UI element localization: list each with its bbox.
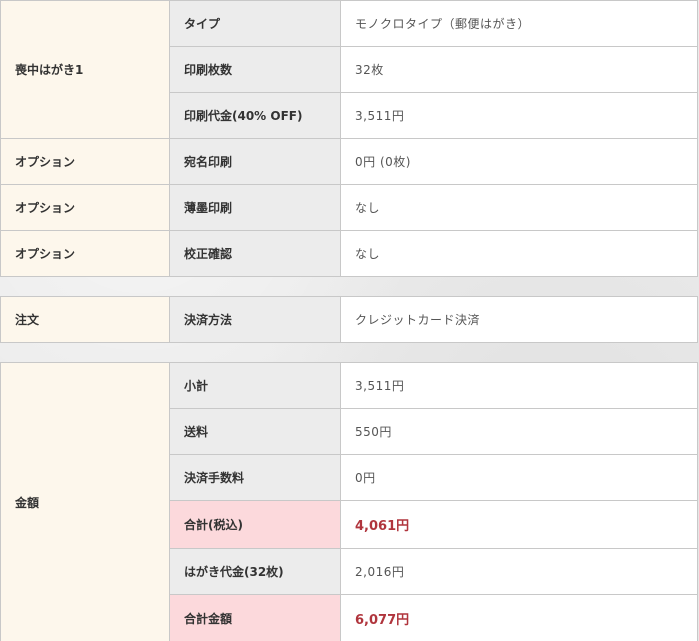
fee-value: 0円 — [340, 454, 698, 501]
row-value: なし — [340, 184, 698, 231]
shipping-value: 550円 — [340, 408, 698, 455]
option-heading: オプション — [0, 184, 170, 231]
row-label: 薄墨印刷 — [169, 184, 341, 231]
row-value: なし — [340, 230, 698, 277]
amount-heading: 金額 — [0, 362, 170, 641]
row-label: はがき代金(32枚) — [169, 548, 341, 595]
row-value: モノクロタイプ（郵便はがき） — [340, 0, 698, 47]
row-label: 宛名印刷 — [169, 138, 341, 185]
row-label: 送料 — [169, 408, 341, 455]
row-label: 決済方法 — [169, 296, 341, 343]
row-value: 0円 (0枚) — [340, 138, 698, 185]
row-value: 3,511円 — [340, 92, 698, 139]
subtotal-value: 3,511円 — [340, 362, 698, 409]
row-label: 印刷枚数 — [169, 46, 341, 93]
order-table: 注文 決済方法 クレジットカード決済 — [0, 296, 698, 343]
postcard-cost-value: 2,016円 — [340, 548, 698, 595]
grand-total-value: 6,077円 — [340, 594, 698, 641]
row-label: 小計 — [169, 362, 341, 409]
row-label: 印刷代金(40% OFF) — [169, 92, 341, 139]
table-row: 金額 小計 3,511円 — [0, 362, 698, 641]
amount-table: 金額 小計 3,511円 送料 550円 決済手数料 0円 合計(税込) 4,0… — [0, 362, 698, 641]
table-row: 喪中はがき1 タイプ モノクロタイプ（郵便はがき） — [0, 0, 698, 139]
option-heading: オプション — [0, 138, 170, 185]
option-heading: オプション — [0, 230, 170, 277]
product-options-table: 喪中はがき1 タイプ モノクロタイプ（郵便はがき） 印刷枚数 32枚 印刷代金(… — [0, 0, 698, 277]
row-label: 校正確認 — [169, 230, 341, 277]
table-row: オプション 宛名印刷 0円 (0枚) — [0, 138, 698, 185]
table-row: 注文 決済方法 クレジットカード決済 — [0, 296, 698, 343]
product-heading: 喪中はがき1 — [0, 0, 170, 139]
row-label: タイプ — [169, 0, 341, 47]
order-heading: 注文 — [0, 296, 170, 343]
order-summary: 喪中はがき1 タイプ モノクロタイプ（郵便はがき） 印刷枚数 32枚 印刷代金(… — [0, 0, 699, 641]
table-row: オプション 薄墨印刷 なし — [0, 184, 698, 231]
row-label: 合計金額 — [169, 594, 341, 641]
row-label: 合計(税込) — [169, 500, 341, 549]
table-row: オプション 校正確認 なし — [0, 230, 698, 277]
row-label: 決済手数料 — [169, 454, 341, 501]
total-tax-value: 4,061円 — [340, 500, 698, 549]
row-value: 32枚 — [340, 46, 698, 93]
payment-method-value: クレジットカード決済 — [340, 296, 698, 343]
